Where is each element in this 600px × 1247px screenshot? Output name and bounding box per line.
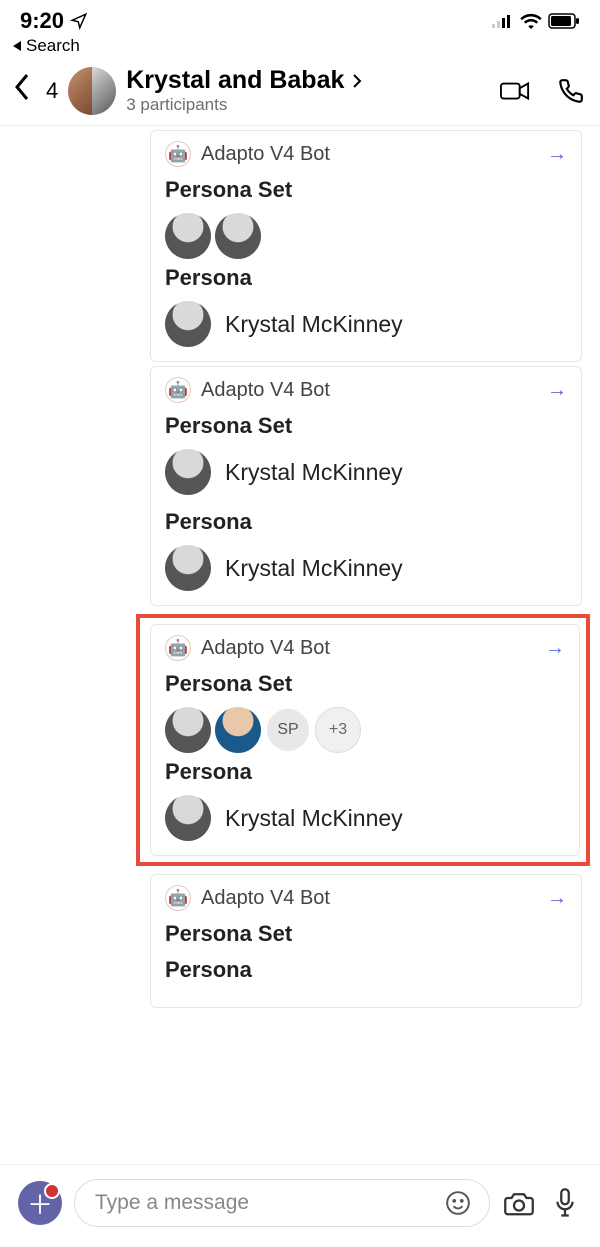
persona-label: Persona xyxy=(165,265,567,291)
compose-bar: ＋ Type a message xyxy=(0,1164,600,1247)
bot-name: Adapto V4 Bot xyxy=(201,637,330,660)
status-bar: 9:20 xyxy=(0,0,600,36)
bot-avatar-icon: 🤖 xyxy=(165,635,191,661)
back-to-search[interactable]: Search xyxy=(0,36,600,60)
persona-set-label: Persona Set xyxy=(165,413,567,439)
persona-set-label: Persona Set xyxy=(165,921,567,947)
open-card-icon[interactable]: → xyxy=(547,143,567,166)
avatar xyxy=(215,213,261,259)
message-placeholder: Type a message xyxy=(95,1191,249,1215)
avatar xyxy=(165,449,211,495)
bot-name: Adapto V4 Bot xyxy=(201,379,330,402)
bot-name: Adapto V4 Bot xyxy=(201,143,330,166)
back-triangle-icon xyxy=(12,40,22,52)
camera-button[interactable] xyxy=(502,1190,536,1216)
group-avatar[interactable] xyxy=(68,67,116,115)
bot-card[interactable]: 🤖 Adapto V4 Bot → Persona Set Persona xyxy=(150,874,582,1008)
message-list[interactable]: 🤖 Adapto V4 Bot → Persona Set Persona Kr… xyxy=(0,130,600,1020)
status-icons xyxy=(492,13,580,29)
chat-header: 4 Krystal and Babak 3 participants xyxy=(0,60,600,126)
bot-card[interactable]: 🤖 Adapto V4 Bot → Persona Set SP +3 Pers… xyxy=(150,624,580,856)
chat-title: Krystal and Babak xyxy=(126,66,344,95)
mic-button[interactable] xyxy=(548,1188,582,1218)
status-time: 9:20 xyxy=(20,8,64,34)
persona-name: Krystal McKinney xyxy=(225,555,403,582)
open-card-icon[interactable]: → xyxy=(545,637,565,660)
bot-avatar-icon: 🤖 xyxy=(165,377,191,403)
persona-set-avatars xyxy=(165,213,567,259)
avatar-overflow[interactable]: +3 xyxy=(315,707,361,753)
bot-card[interactable]: 🤖 Adapto V4 Bot → Persona Set Krystal Mc… xyxy=(150,366,582,606)
wifi-icon xyxy=(520,13,542,29)
avatar-initials: SP xyxy=(265,707,311,753)
unread-count: 4 xyxy=(46,78,58,104)
persona-name: Krystal McKinney xyxy=(225,311,403,338)
persona-label: Persona xyxy=(165,957,567,983)
persona-set-label: Persona Set xyxy=(165,177,567,203)
bot-avatar-icon: 🤖 xyxy=(165,885,191,911)
avatar xyxy=(165,795,211,841)
avatar xyxy=(165,301,211,347)
back-button[interactable] xyxy=(14,73,36,108)
avatar xyxy=(165,707,211,753)
persona-name: Krystal McKinney xyxy=(225,805,403,832)
add-attachment-button[interactable]: ＋ xyxy=(18,1181,62,1225)
persona-label: Persona xyxy=(165,759,565,785)
avatar xyxy=(165,545,211,591)
cellular-icon xyxy=(492,14,514,28)
persona-name: Krystal McKinney xyxy=(225,459,403,486)
chat-title-block[interactable]: Krystal and Babak 3 participants xyxy=(126,66,490,115)
bot-name: Adapto V4 Bot xyxy=(201,887,330,910)
message-input[interactable]: Type a message xyxy=(74,1179,490,1227)
bot-card[interactable]: 🤖 Adapto V4 Bot → Persona Set Persona Kr… xyxy=(150,130,582,362)
location-icon xyxy=(70,12,88,30)
bot-avatar-icon: 🤖 xyxy=(165,141,191,167)
avatar xyxy=(215,707,261,753)
emoji-button[interactable] xyxy=(441,1190,475,1216)
persona-set-avatars: SP +3 xyxy=(165,707,565,753)
persona-label: Persona xyxy=(165,509,567,535)
highlight-box: 🤖 Adapto V4 Bot → Persona Set SP +3 Pers… xyxy=(136,614,590,866)
persona-set-label: Persona Set xyxy=(165,671,565,697)
chat-subtitle: 3 participants xyxy=(126,95,490,115)
battery-icon xyxy=(548,13,580,29)
avatar xyxy=(165,213,211,259)
video-call-button[interactable] xyxy=(500,76,530,106)
open-card-icon[interactable]: → xyxy=(547,379,567,402)
open-card-icon[interactable]: → xyxy=(547,887,567,910)
chevron-right-icon xyxy=(352,73,362,89)
audio-call-button[interactable] xyxy=(556,76,586,106)
